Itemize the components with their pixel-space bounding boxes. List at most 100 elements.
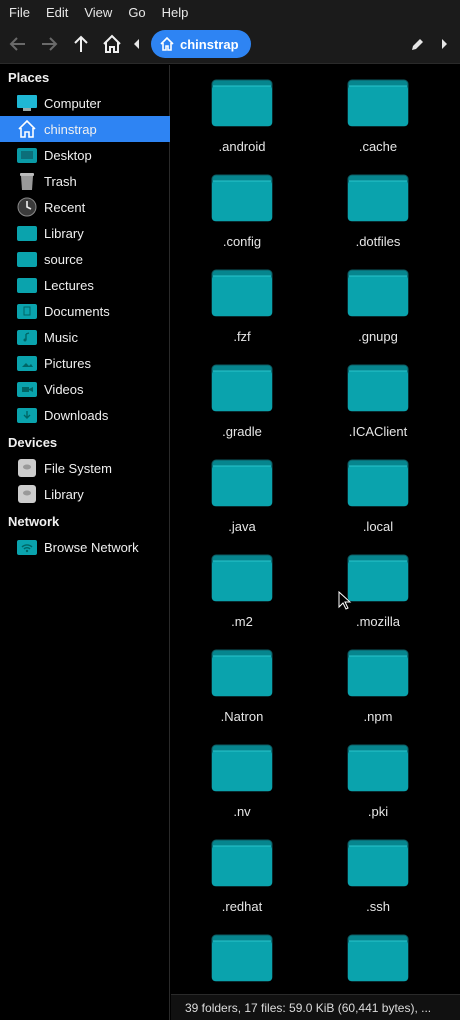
folder-icon bbox=[211, 269, 273, 317]
folder-item[interactable]: .gnupg bbox=[323, 255, 433, 344]
folder-name: .gradle bbox=[222, 424, 262, 439]
sidebar-item-videos[interactable]: Videos bbox=[0, 376, 170, 402]
music-folder-icon bbox=[16, 327, 38, 347]
folder-item[interactable]: .ssh bbox=[323, 825, 433, 914]
up-arrow-icon bbox=[74, 35, 88, 52]
clock-icon bbox=[16, 197, 38, 217]
folder-icon bbox=[16, 275, 38, 295]
folder-name: .gnupg bbox=[358, 329, 398, 344]
folder-item[interactable]: .cache bbox=[323, 65, 433, 154]
sidebar-item-file-system[interactable]: File System bbox=[0, 455, 170, 481]
videos-folder-icon bbox=[16, 379, 38, 399]
sidebar-item-browse-network[interactable]: Browse Network bbox=[0, 534, 170, 560]
folder-icon bbox=[347, 364, 409, 412]
sidebar-item-library-device[interactable]: Library bbox=[0, 481, 170, 507]
pictures-folder-icon bbox=[16, 353, 38, 373]
folder-icon bbox=[347, 269, 409, 317]
sidebar-item-downloads[interactable]: Downloads bbox=[0, 402, 170, 428]
network-heading: Network bbox=[8, 514, 60, 529]
folder-icon bbox=[347, 649, 409, 697]
menu-edit[interactable]: Edit bbox=[41, 5, 73, 20]
folder-icon bbox=[347, 934, 409, 982]
folder-icon bbox=[211, 174, 273, 222]
breadcrumb-label: chinstrap bbox=[180, 36, 239, 52]
folder-icon bbox=[211, 364, 273, 412]
downloads-folder-icon bbox=[16, 405, 38, 425]
folder-item[interactable]: .pki bbox=[323, 730, 433, 819]
folder-item[interactable] bbox=[187, 920, 297, 990]
pencil-icon bbox=[412, 39, 423, 50]
sidebar-item-desktop[interactable]: Desktop bbox=[0, 142, 170, 168]
folder-item[interactable]: .java bbox=[187, 445, 297, 534]
sidebar-item-chinstrap[interactable]: chinstrap bbox=[0, 116, 170, 142]
forward-button[interactable] bbox=[35, 30, 63, 58]
folder-name: .ssh bbox=[366, 899, 390, 914]
folder-icon bbox=[211, 649, 273, 697]
folder-icon bbox=[211, 839, 273, 887]
sidebar: Places Computer chinstrap Desktop Trash … bbox=[0, 65, 170, 1020]
folder-item[interactable]: .config bbox=[187, 160, 297, 249]
computer-icon bbox=[16, 93, 38, 113]
folder-name: .dotfiles bbox=[355, 234, 401, 249]
breadcrumb-home-folder[interactable]: chinstrap bbox=[151, 30, 251, 58]
folder-name: .m2 bbox=[231, 614, 253, 629]
folder-name: .pki bbox=[367, 804, 389, 819]
folder-item[interactable]: .npm bbox=[323, 635, 433, 724]
folder-item[interactable]: .gradle bbox=[187, 350, 297, 439]
edit-location-button[interactable] bbox=[404, 30, 432, 58]
menu-go[interactable]: Go bbox=[123, 5, 150, 20]
sidebar-item-lectures[interactable]: Lectures bbox=[0, 272, 170, 298]
sidebar-item-documents[interactable]: Documents bbox=[0, 298, 170, 324]
status-bar: 39 folders, 17 files: 59.0 KiB (60,441 b… bbox=[171, 994, 460, 1020]
sidebar-item-pictures[interactable]: Pictures bbox=[0, 350, 170, 376]
drive-icon bbox=[16, 458, 38, 478]
folder-name: .mozilla bbox=[355, 614, 401, 629]
folder-item[interactable]: .android bbox=[187, 65, 297, 154]
breadcrumb-scroll-left-button[interactable] bbox=[129, 30, 145, 58]
drive-icon bbox=[16, 484, 38, 504]
sidebar-item-library[interactable]: Library bbox=[0, 220, 170, 246]
breadcrumb-scroll-right-button[interactable] bbox=[436, 30, 452, 58]
home-icon bbox=[103, 34, 121, 53]
folder-item[interactable]: .local bbox=[323, 445, 433, 534]
folder-item[interactable]: .m2 bbox=[187, 540, 297, 629]
sidebar-item-computer[interactable]: Computer bbox=[0, 90, 170, 116]
folder-icon bbox=[347, 459, 409, 507]
chevron-left-icon bbox=[134, 39, 139, 49]
home-folder-icon bbox=[16, 119, 38, 139]
folder-item[interactable]: .nv bbox=[187, 730, 297, 819]
desktop-folder-icon bbox=[16, 145, 38, 165]
home-button[interactable] bbox=[98, 30, 126, 58]
folder-icon bbox=[347, 744, 409, 792]
folder-icon bbox=[16, 249, 38, 269]
folder-item[interactable]: .redhat bbox=[187, 825, 297, 914]
menu-bar: File Edit View Go Help bbox=[0, 0, 460, 24]
up-button[interactable] bbox=[67, 30, 95, 58]
folder-icon bbox=[211, 744, 273, 792]
sidebar-item-source[interactable]: source bbox=[0, 246, 170, 272]
folder-name: .local bbox=[362, 519, 394, 534]
folder-icon bbox=[211, 934, 273, 982]
back-button[interactable] bbox=[4, 30, 32, 58]
folder-name: .Natron bbox=[220, 709, 264, 724]
menu-help[interactable]: Help bbox=[157, 5, 194, 20]
folder-item[interactable]: .fzf bbox=[187, 255, 297, 344]
sidebar-item-trash[interactable]: Trash bbox=[0, 168, 170, 194]
folder-name: .nv bbox=[233, 804, 251, 819]
folder-name: .ICAClient bbox=[348, 424, 408, 439]
folder-icon bbox=[211, 79, 273, 127]
folder-item[interactable] bbox=[323, 920, 433, 990]
folder-item[interactable]: .mozilla bbox=[323, 540, 433, 629]
folder-item[interactable]: .dotfiles bbox=[323, 160, 433, 249]
back-arrow-icon bbox=[9, 37, 25, 51]
folder-item[interactable]: .Natron bbox=[187, 635, 297, 724]
menu-file[interactable]: File bbox=[4, 5, 35, 20]
sidebar-item-music[interactable]: Music bbox=[0, 324, 170, 350]
menu-view[interactable]: View bbox=[79, 5, 117, 20]
folder-item[interactable]: .ICAClient bbox=[323, 350, 433, 439]
folder-name: .java bbox=[228, 519, 256, 534]
documents-folder-icon bbox=[16, 301, 38, 321]
sidebar-item-recent[interactable]: Recent bbox=[0, 194, 170, 220]
trash-icon bbox=[16, 171, 38, 191]
places-heading: Places bbox=[8, 70, 50, 85]
